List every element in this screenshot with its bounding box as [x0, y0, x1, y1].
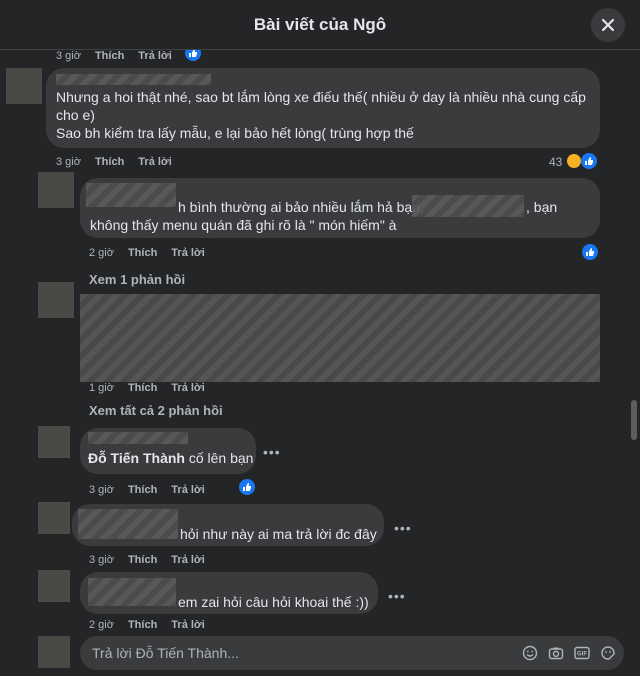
blurred-author-name	[56, 74, 211, 85]
comment-time: 2 giờ	[89, 619, 114, 631]
comment-text: Nhưng a hoi thật nhé, sao bt lắm lòng xe…	[56, 89, 586, 141]
dialog-title: Bài viết của Ngô	[253, 14, 387, 34]
reply-link[interactable]: Trả lời	[171, 247, 205, 259]
reply-link[interactable]: Trả lời	[138, 50, 172, 62]
comment-text: , bạn	[526, 199, 558, 215]
avatar[interactable]	[38, 426, 70, 458]
camera-icon[interactable]	[548, 645, 564, 661]
more-options-icon[interactable]: •••	[263, 444, 281, 460]
dialog-header: Bài viết của Ngô	[0, 0, 640, 50]
comment-text: hỏi như này ai ma trả lời đc đây	[180, 526, 377, 542]
haha-reaction-icon	[566, 153, 582, 169]
like-link[interactable]: Thích	[128, 484, 157, 496]
like-reaction-icon	[582, 244, 598, 260]
comment-time: 3 giờ	[89, 554, 114, 566]
comment-meta: 3 giờ Thích Trả lời	[56, 156, 172, 168]
reaction-count[interactable]: 43	[549, 155, 562, 169]
comment-meta: 3 giờ Thích Trả lời	[56, 50, 172, 62]
like-link[interactable]: Thích	[128, 247, 157, 259]
gif-icon[interactable]: GIF	[574, 645, 590, 661]
like-link[interactable]: Thích	[128, 619, 157, 631]
blurred-author-name	[88, 432, 188, 444]
comment-meta: 2 giờ Thích Trả lời	[89, 247, 205, 259]
avatar[interactable]	[6, 68, 42, 104]
comment-text: em zai hỏi câu hỏi khoai thế :))	[178, 594, 369, 610]
blurred-author-name	[86, 183, 176, 207]
scrollbar[interactable]	[630, 60, 638, 660]
blurred-mention	[412, 195, 524, 217]
reply-link[interactable]: Trả lời	[171, 619, 205, 631]
view-replies-link[interactable]: Xem 1 phản hồi	[89, 272, 185, 287]
like-link[interactable]: Thích	[95, 50, 124, 62]
comment-bubble: Đỗ Tiến Thành cố lên bạn	[80, 428, 256, 474]
like-link[interactable]: Thích	[128, 554, 157, 566]
avatar[interactable]	[38, 502, 70, 534]
comment-time: 3 giờ	[56, 50, 81, 62]
comment-time: 3 giờ	[56, 156, 81, 168]
avatar	[38, 636, 70, 668]
reply-placeholder: Trả lời Đỗ Tiến Thành...	[92, 645, 239, 661]
comment-meta: 3 giờ Thích Trả lời	[89, 484, 205, 496]
comment-text: Đỗ Tiến Thành cố lên bạn	[88, 450, 254, 466]
blurred-comment	[80, 294, 600, 382]
blurred-author-name	[88, 578, 176, 606]
comment-text: không thấy menu quán đã ghi rõ là " món …	[90, 217, 397, 233]
reply-link[interactable]: Trả lời	[171, 382, 205, 394]
comment-bubble: Nhưng a hoi thật nhé, sao bt lắm lòng xe…	[46, 68, 600, 148]
comment-time: 3 giờ	[89, 484, 114, 496]
scrollbar-thumb[interactable]	[631, 400, 637, 440]
like-reaction-icon	[581, 153, 597, 169]
more-options-icon[interactable]: •••	[394, 520, 412, 536]
avatar[interactable]	[38, 570, 70, 602]
composer-tools: GIF	[522, 645, 616, 661]
reply-link[interactable]: Trả lời	[171, 484, 205, 496]
emoji-icon[interactable]	[522, 645, 538, 661]
mention-link[interactable]: Đỗ Tiến Thành	[88, 450, 185, 466]
like-reaction-icon	[239, 479, 255, 495]
comment-bubble: hỏi như này ai ma trả lời đc đây	[72, 504, 384, 546]
close-button[interactable]	[591, 8, 625, 42]
avatar[interactable]	[38, 282, 74, 318]
reply-link[interactable]: Trả lời	[171, 554, 205, 566]
sticker-icon[interactable]	[600, 645, 616, 661]
more-options-icon[interactable]: •••	[388, 588, 406, 604]
comment-bubble: h bình thường ai bảo nhiều lắm hả bạn, ,…	[80, 178, 600, 238]
like-link[interactable]: Thích	[128, 382, 157, 394]
comment-time: 1 giờ	[89, 382, 114, 394]
like-link[interactable]: Thích	[95, 156, 124, 168]
reply-input[interactable]: Trả lời Đỗ Tiến Thành... GIF	[80, 636, 624, 670]
view-replies-link[interactable]: Xem tất cả 2 phản hồi	[89, 403, 223, 418]
svg-text:GIF: GIF	[577, 652, 587, 658]
comment-bubble: em zai hỏi câu hỏi khoai thế :))	[80, 572, 378, 614]
avatar[interactable]	[38, 172, 74, 208]
close-icon	[601, 18, 615, 32]
blurred-author-name	[78, 509, 178, 539]
comment-meta: 3 giờ Thích Trả lời	[89, 554, 205, 566]
comment-time: 2 giờ	[89, 247, 114, 259]
comment-meta: 1 giờ Thích Trả lời	[89, 382, 205, 394]
comment-text: h bình thường ai bảo nhiều lắm hả bạn,	[178, 199, 424, 215]
comment-meta: 2 giờ Thích Trả lời	[89, 619, 205, 631]
reply-link[interactable]: Trả lời	[138, 156, 172, 168]
